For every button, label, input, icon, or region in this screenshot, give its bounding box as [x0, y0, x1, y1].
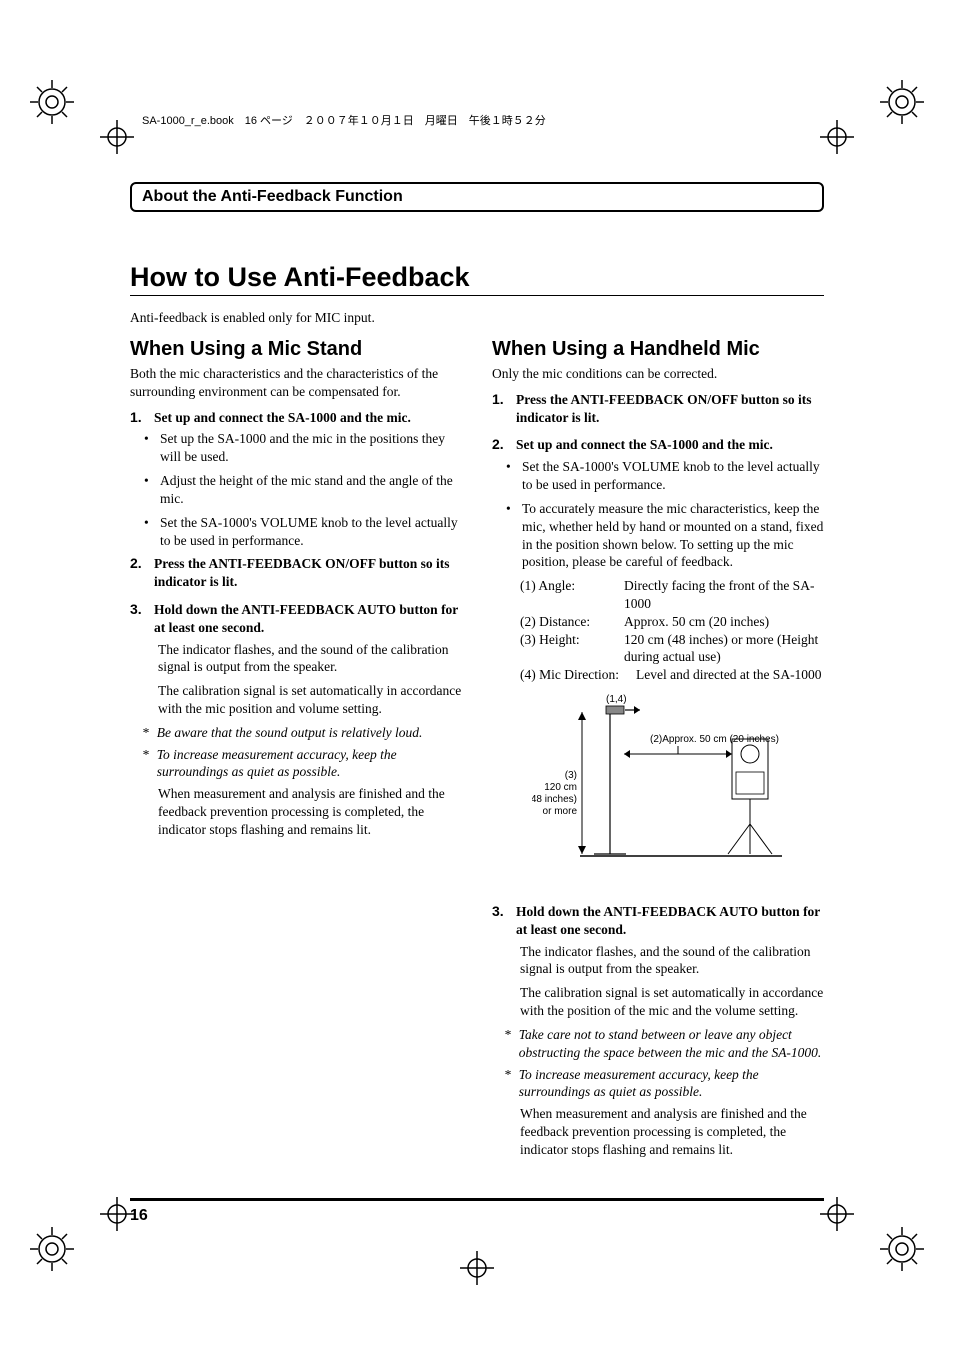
body-text: The indicator flashes, and the sound of …	[520, 943, 824, 979]
bullet-item: •Set up the SA-1000 and the mic in the p…	[144, 430, 462, 466]
body-text: The calibration signal is set automatica…	[158, 682, 462, 718]
registration-mark-icon	[880, 80, 924, 124]
body-text: When measurement and analysis are finish…	[520, 1105, 824, 1158]
note-item: * Be aware that the sound output is relat…	[142, 724, 462, 742]
note-text: To increase measurement accuracy, keep t…	[519, 1066, 824, 1102]
spec-row: (3) Height:120 cm (48 inches) or more (H…	[520, 631, 824, 667]
body-text: When measurement and analysis are finish…	[158, 785, 462, 838]
right-column: When Using a Handheld Mic Only the mic c…	[492, 338, 824, 1165]
registration-mark-icon	[30, 80, 74, 124]
bullet-item: •Set the SA-1000's VOLUME knob to the le…	[144, 514, 462, 550]
step-heading: Set up and connect the SA-1000 and the m…	[154, 409, 411, 427]
asterisk-icon: *	[504, 1066, 511, 1102]
print-header-text: SA-1000_r_e.book 16 ページ ２００７年１０月１日 月曜日 午…	[142, 112, 546, 128]
crosshair-icon	[100, 1197, 134, 1231]
spec-value: Directly facing the front of the SA-1000	[624, 577, 824, 613]
registration-mark-icon	[30, 1227, 74, 1271]
bullet-item: •To accurately measure the mic character…	[506, 500, 824, 571]
step-number: 3.	[130, 601, 148, 637]
spec-row: (1) Angle:Directly facing the front of t…	[520, 577, 824, 613]
crosshair-icon	[460, 1251, 494, 1285]
bullet-icon: •	[506, 500, 514, 571]
spec-label: (1) Angle:	[520, 577, 624, 613]
step-number: 2.	[130, 555, 148, 591]
bullet-icon: •	[506, 458, 514, 494]
bullet-text: Set the SA-1000's VOLUME knob to the lev…	[522, 458, 824, 494]
step-number: 2.	[492, 436, 510, 454]
step-heading: Press the ANTI-FEEDBACK ON/OFF button so…	[154, 555, 462, 591]
mic-position-diagram: (1,4) (2)Approx. 50 cm (20 inches)	[532, 694, 824, 889]
heading-1: How to Use Anti-Feedback	[130, 262, 824, 296]
crosshair-icon	[820, 1197, 854, 1231]
step-number: 3.	[492, 903, 510, 939]
left-column: When Using a Mic Stand Both the mic char…	[130, 338, 462, 1165]
intro-text: Anti-feedback is enabled only for MIC in…	[130, 310, 824, 326]
body-text: The indicator flashes, and the sound of …	[158, 641, 462, 677]
step-heading: Set up and connect the SA-1000 and the m…	[516, 436, 773, 454]
asterisk-icon: *	[142, 724, 149, 742]
step-item: 2. Press the ANTI-FEEDBACK ON/OFF button…	[130, 555, 462, 591]
note-text: Be aware that the sound output is relati…	[157, 724, 423, 742]
asterisk-icon: *	[504, 1026, 511, 1062]
step-heading: Press the ANTI-FEEDBACK ON/OFF button so…	[516, 391, 824, 427]
svg-text:(3): (3)	[565, 770, 577, 781]
spec-label: (4) Mic Direction:	[520, 666, 636, 684]
note-text: Take care not to stand between or leave …	[519, 1026, 824, 1062]
body-text: Both the mic characteristics and the cha…	[130, 365, 462, 401]
svg-text:or more: or more	[543, 806, 578, 817]
spec-value: Approx. 50 cm (20 inches)	[624, 613, 769, 631]
section-title-box: About the Anti-Feedback Function	[130, 182, 824, 212]
step-item: 1. Press the ANTI-FEEDBACK ON/OFF button…	[492, 391, 824, 427]
bullet-item: •Set the SA-1000's VOLUME knob to the le…	[506, 458, 824, 494]
svg-text:120 cm: 120 cm	[544, 782, 577, 793]
note-item: *To increase measurement accuracy, keep …	[142, 746, 462, 782]
registration-mark-icon	[880, 1227, 924, 1271]
spec-value: Level and directed at the SA-1000	[636, 666, 822, 684]
spec-row: (2) Distance:Approx. 50 cm (20 inches)	[520, 613, 824, 631]
crosshair-icon	[820, 120, 854, 154]
spec-row: (4) Mic Direction:Level and directed at …	[520, 666, 824, 684]
bullet-icon: •	[144, 430, 152, 466]
heading-2: When Using a Handheld Mic	[492, 338, 824, 361]
footer-rule	[130, 1198, 824, 1201]
spec-label: (2) Distance:	[520, 613, 624, 631]
bullet-item: •Adjust the height of the mic stand and …	[144, 472, 462, 508]
body-text: Only the mic conditions can be corrected…	[492, 365, 824, 383]
step-item: 2. Set up and connect the SA-1000 and th…	[492, 436, 824, 454]
note-text: To increase measurement accuracy, keep t…	[157, 746, 462, 782]
note-item: *To increase measurement accuracy, keep …	[504, 1066, 824, 1102]
heading-2: When Using a Mic Stand	[130, 338, 462, 361]
bullet-text: Set up the SA-1000 and the mic in the po…	[160, 430, 462, 466]
bullet-text: Set the SA-1000's VOLUME knob to the lev…	[160, 514, 462, 550]
step-heading: Hold down the ANTI-FEEDBACK AUTO button …	[154, 601, 462, 637]
page-number: 16	[130, 1207, 148, 1225]
bullet-text: Adjust the height of the mic stand and t…	[160, 472, 462, 508]
spec-value: 120 cm (48 inches) or more (Height durin…	[624, 631, 824, 667]
bullet-icon: •	[144, 514, 152, 550]
step-item: 3. Hold down the ANTI-FEEDBACK AUTO butt…	[492, 903, 824, 939]
asterisk-icon: *	[142, 746, 149, 782]
step-item: 1. Set up and connect the SA-1000 and th…	[130, 409, 462, 427]
svg-text:(48 inches): (48 inches)	[532, 794, 577, 805]
note-item: *Take care not to stand between or leave…	[504, 1026, 824, 1062]
crosshair-icon	[100, 120, 134, 154]
step-item: 3. Hold down the ANTI-FEEDBACK AUTO butt…	[130, 601, 462, 637]
page-content: About the Anti-Feedback Function How to …	[130, 182, 824, 1165]
step-number: 1.	[492, 391, 510, 427]
body-text: The calibration signal is set automatica…	[520, 984, 824, 1020]
bullet-icon: •	[144, 472, 152, 508]
bullet-text: To accurately measure the mic characteri…	[522, 500, 824, 571]
step-number: 1.	[130, 409, 148, 427]
spec-label: (3) Height:	[520, 631, 624, 667]
diagram-label: (1,4)	[606, 694, 627, 705]
step-heading: Hold down the ANTI-FEEDBACK AUTO button …	[516, 903, 824, 939]
